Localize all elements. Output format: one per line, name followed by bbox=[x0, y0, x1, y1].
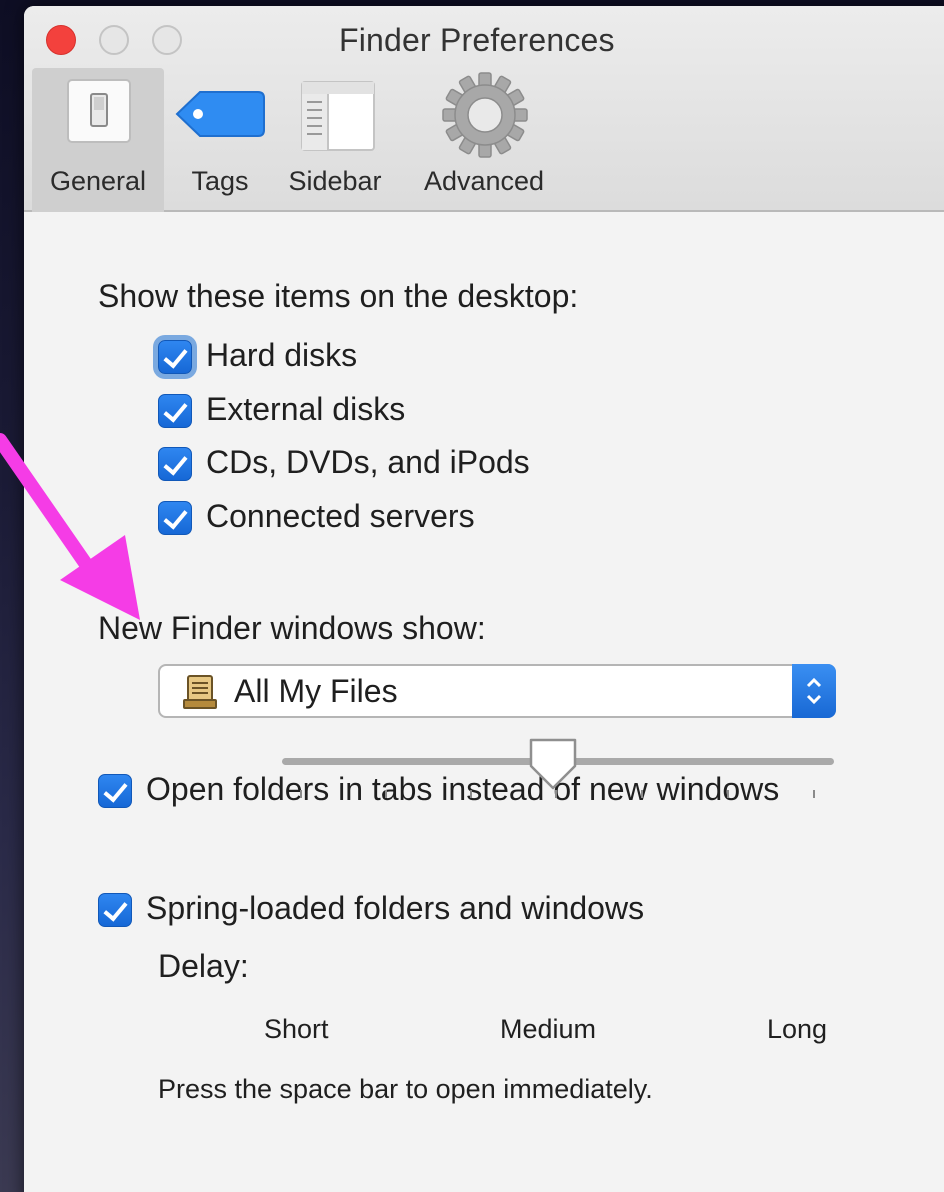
window-title: Finder Preferences bbox=[339, 22, 615, 58]
tick-label-long: Long bbox=[767, 1014, 828, 1044]
tab-sidebar-label: Sidebar bbox=[288, 166, 382, 196]
spring-loaded-label: Spring-loaded folders and windows bbox=[146, 890, 645, 926]
tag-icon bbox=[175, 91, 265, 137]
popup-selected-value: All My Files bbox=[234, 673, 398, 709]
slider-tick bbox=[813, 790, 815, 798]
tab-tags[interactable]: Tags bbox=[172, 68, 268, 212]
tick-label-medium: Medium bbox=[500, 1014, 597, 1044]
gear-icon bbox=[442, 72, 528, 158]
hard-disks-label: Hard disks bbox=[206, 337, 358, 373]
tick-label-short: Short bbox=[264, 1014, 329, 1044]
close-button[interactable] bbox=[46, 25, 76, 55]
all-my-files-icon bbox=[183, 675, 217, 709]
slider-tick bbox=[470, 790, 472, 798]
slider-tick bbox=[300, 790, 302, 798]
delay-label: Delay: bbox=[158, 948, 249, 984]
tab-general-label: General bbox=[49, 166, 147, 196]
spring-loaded-checkbox[interactable] bbox=[98, 893, 132, 927]
cds-dvds-ipods-label: CDs, DVDs, and iPods bbox=[206, 444, 530, 480]
slider-tick bbox=[727, 790, 729, 798]
connected-servers-label: Connected servers bbox=[206, 498, 475, 534]
tab-sidebar[interactable]: Sidebar bbox=[278, 68, 392, 212]
external-disks-label: External disks bbox=[206, 391, 406, 427]
slider-tick bbox=[385, 790, 387, 798]
annotation-arrow-icon bbox=[0, 433, 140, 620]
tab-advanced[interactable]: Advanced bbox=[408, 68, 560, 212]
minimize-button[interactable] bbox=[99, 25, 129, 55]
open-in-tabs-label: Open folders in tabs instead of new wind… bbox=[146, 771, 780, 807]
zoom-button[interactable] bbox=[152, 25, 182, 55]
new-window-target-popup[interactable]: All My Files bbox=[158, 664, 836, 718]
spacebar-hint: Press the space bar to open immediately. bbox=[158, 1074, 653, 1104]
tab-advanced-label: Advanced bbox=[423, 166, 545, 196]
tab-general[interactable]: General bbox=[32, 68, 164, 212]
slider-tick bbox=[641, 790, 643, 798]
tab-tags-label: Tags bbox=[191, 166, 249, 196]
desktop-items-heading: Show these items on the desktop: bbox=[98, 278, 579, 314]
open-in-tabs-checkbox[interactable] bbox=[98, 774, 132, 808]
general-switch-icon bbox=[67, 79, 131, 143]
titlebar: Finder Preferences General Tags Sidebar … bbox=[24, 6, 944, 212]
sidebar-icon bbox=[301, 81, 375, 151]
up-down-chevron-icon bbox=[806, 677, 822, 705]
popup-stepper[interactable] bbox=[792, 664, 836, 718]
delay-slider-thumb[interactable] bbox=[527, 736, 579, 792]
slider-tick bbox=[555, 790, 557, 798]
hard-disks-checkbox[interactable] bbox=[158, 340, 192, 374]
